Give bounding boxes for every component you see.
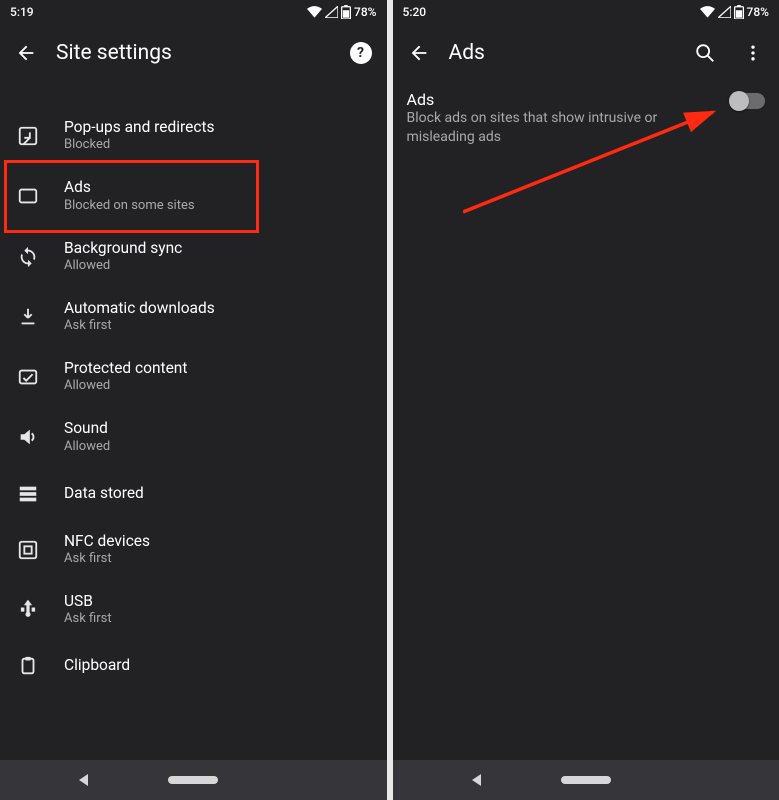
setting-item-label: NFC devices — [64, 532, 150, 551]
download-icon — [14, 303, 42, 331]
ads-icon — [14, 182, 42, 210]
setting-item-download[interactable]: Automatic downloadsAsk first — [0, 287, 387, 347]
nav-back-icon[interactable] — [472, 774, 481, 786]
appbar: Ads — [393, 24, 779, 82]
setting-item-clipboard[interactable]: Clipboard — [0, 640, 387, 692]
storage-icon — [14, 480, 42, 508]
status-bar: 5:20 78% — [393, 0, 779, 24]
status-bar: 5:19 78% — [0, 0, 387, 24]
clipboard-icon — [14, 652, 42, 680]
battery-icon — [734, 5, 744, 19]
ads-content: Ads Block ads on sites that show intrusi… — [393, 82, 779, 760]
ads-row-label: Ads — [407, 90, 720, 109]
setting-item-label: Background sync — [64, 239, 182, 258]
system-navbar — [393, 760, 779, 800]
setting-item-protected[interactable]: Protected contentAllowed — [0, 347, 387, 407]
cell-signal-icon — [325, 6, 338, 18]
setting-item-sub: Allowed — [64, 258, 182, 275]
status-time: 5:20 — [403, 5, 427, 19]
setting-item-label: Automatic downloads — [64, 299, 215, 318]
status-battery: 78% — [354, 5, 376, 19]
overflow-menu-icon[interactable] — [741, 41, 765, 65]
setting-item-label: Ads — [64, 178, 195, 197]
setting-item-label: Sound — [64, 419, 110, 438]
setting-item-sound[interactable]: SoundAllowed — [0, 407, 387, 467]
page-title: Ads — [449, 41, 676, 65]
cell-signal-icon — [718, 6, 731, 18]
wifi-icon — [307, 6, 322, 18]
setting-item-sub: Ask first — [64, 611, 112, 628]
system-navbar — [0, 760, 387, 800]
setting-item-sub: Allowed — [64, 439, 110, 456]
setting-item-label: Pop-ups and redirects — [64, 118, 215, 137]
search-icon[interactable] — [693, 41, 717, 65]
status-battery: 78% — [747, 5, 769, 19]
protected-icon — [14, 363, 42, 391]
setting-item-label: Protected content — [64, 359, 187, 378]
setting-item-nfc[interactable]: NFC devicesAsk first — [0, 520, 387, 580]
setting-item-popup[interactable]: Pop-ups and redirectsBlocked — [0, 106, 387, 166]
battery-icon — [341, 5, 351, 19]
wifi-icon — [700, 6, 715, 18]
nfc-icon — [14, 536, 42, 564]
sound-icon — [14, 423, 42, 451]
help-icon[interactable]: ? — [349, 41, 373, 65]
ads-toggle[interactable] — [731, 93, 765, 109]
nav-back-icon[interactable] — [79, 774, 88, 786]
usb-icon — [14, 596, 42, 624]
ads-setting-row[interactable]: Ads Block ads on sites that show intrusi… — [393, 82, 779, 147]
settings-list: Pop-ups and redirectsBlockedAdsBlocked o… — [0, 82, 387, 692]
setting-item-sub: Blocked on some sites — [64, 198, 195, 215]
nav-home-pill[interactable] — [168, 776, 218, 784]
setting-item-storage[interactable]: Data stored — [0, 468, 387, 520]
appbar: Site settings ? — [0, 24, 387, 82]
sync-icon — [14, 243, 42, 271]
setting-item-sub: Blocked — [64, 137, 215, 154]
setting-item-usb[interactable]: USBAsk first — [0, 580, 387, 640]
setting-item-ads[interactable]: AdsBlocked on some sites — [0, 166, 387, 226]
setting-item-label: Data stored — [64, 484, 144, 503]
setting-item-label: Clipboard — [64, 656, 130, 675]
page-title: Site settings — [56, 41, 331, 65]
back-icon[interactable] — [407, 41, 431, 65]
popup-icon — [14, 122, 42, 150]
setting-item-sub: Allowed — [64, 378, 187, 395]
phone-right: 5:20 78% Ads — [393, 0, 779, 800]
setting-item-sub: Ask first — [64, 318, 215, 335]
ads-row-sub: Block ads on sites that show intrusive o… — [407, 109, 720, 147]
back-icon[interactable] — [14, 41, 38, 65]
setting-item-label: USB — [64, 592, 112, 611]
status-time: 5:19 — [10, 5, 34, 19]
settings-content: Pop-ups and redirectsBlockedAdsBlocked o… — [0, 82, 387, 760]
status-icons: 78% — [307, 5, 376, 19]
nav-home-pill[interactable] — [561, 776, 611, 784]
setting-item-sub: Ask first — [64, 551, 150, 568]
setting-item-sync[interactable]: Background syncAllowed — [0, 227, 387, 287]
status-icons: 78% — [700, 5, 769, 19]
phone-left: 5:19 78% Site settings ? — [0, 0, 387, 800]
